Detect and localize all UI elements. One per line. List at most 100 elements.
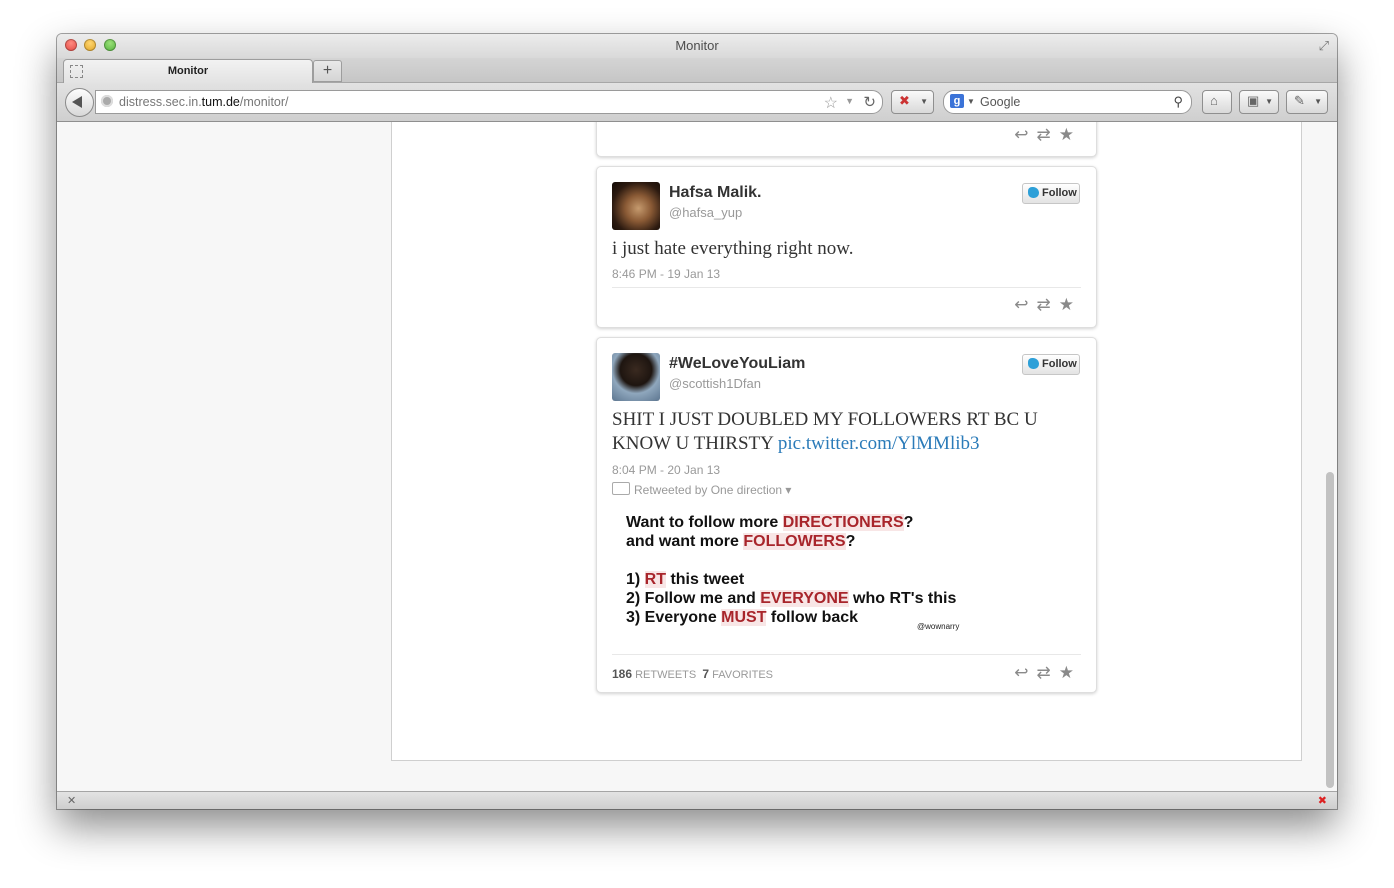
image-text: who RT's this [848, 590, 957, 607]
url-bar[interactable]: distress.sec.in.tum.de/monitor/ ☆ ▼ ↻ [95, 90, 883, 114]
tweet-text: SHIT I JUST DOUBLED MY FOLLOWERS RT BC U… [612, 408, 1072, 456]
tweet-media-image[interactable]: Want to follow more DIRECTIONERS? and wa… [612, 502, 972, 638]
image-line-3: 1) RT this tweet [626, 571, 744, 589]
image-text: 2) Follow me and [626, 590, 761, 607]
bookmark-star-icon[interactable]: ☆ [824, 93, 838, 113]
image-line-4: 2) Follow me and EVERYONE who RT's this [626, 590, 956, 608]
image-text: follow back [766, 609, 859, 626]
follow-button[interactable]: Follow [1022, 354, 1080, 375]
addon-button[interactable]: ✖ ▼ [891, 90, 934, 114]
image-watermark: @wownarry [917, 622, 960, 631]
home-icon: ⌂ [1210, 93, 1218, 108]
reply-icon[interactable]: ↩ [1014, 125, 1036, 144]
google-search-engine-icon[interactable]: g [950, 94, 964, 108]
image-highlight: DIRECTIONERS [782, 514, 904, 531]
url-host-prefix: distress.sec.in. [119, 95, 202, 109]
tweet-actions: ↩⇄★ [1014, 663, 1082, 683]
fullscreen-icon[interactable]: ⤢ [1319, 38, 1329, 54]
favorite-icon[interactable]: ★ [1059, 663, 1082, 682]
scrollbar-thumb[interactable] [1326, 472, 1334, 788]
favorites-count[interactable]: 7 [702, 667, 709, 681]
bookmarks-button[interactable]: ▣ ▼ [1239, 90, 1279, 114]
image-highlight: RT [644, 571, 666, 588]
twitter-bird-icon [1028, 358, 1039, 369]
image-line-2: and want more FOLLOWERS? [626, 533, 855, 551]
back-arrow-icon [72, 96, 82, 108]
reply-icon[interactable]: ↩ [1014, 663, 1036, 682]
retweeted-by-label: Retweeted by One direction ▾ [634, 483, 792, 497]
avatar[interactable] [612, 353, 660, 401]
tweet-media-link[interactable]: pic.twitter.com/YlMMlib3 [778, 433, 980, 454]
follow-button[interactable]: Follow [1022, 183, 1080, 204]
follow-label: Follow [1042, 358, 1077, 370]
extensions-button[interactable]: ✎ ▼ [1286, 90, 1328, 114]
home-button[interactable]: ⌂ [1202, 90, 1232, 114]
tweet-author-handle[interactable]: @scottish1Dfan [669, 376, 761, 391]
tweet-author-name[interactable]: Hafsa Malik. [669, 184, 761, 202]
extensions-icon: ✎ [1294, 93, 1305, 108]
vertical-scrollbar[interactable] [1323, 122, 1337, 791]
close-addon-bar-icon[interactable]: ✕ [67, 794, 76, 807]
image-text: 1) [626, 571, 645, 588]
favorite-icon[interactable]: ★ [1059, 125, 1082, 144]
image-text: this tweet [666, 571, 745, 588]
tweet-timestamp[interactable]: 8:04 PM - 20 Jan 13 [612, 463, 720, 477]
tab-label: Monitor [167, 65, 209, 77]
image-text: Want to follow more [626, 514, 783, 531]
tweet-card: #WeLoveYouLiam @scottish1Dfan Follow SHI… [596, 337, 1097, 693]
title-bar: Monitor ⤢ [57, 34, 1337, 58]
image-line-5: 3) Everyone MUST follow back [626, 609, 858, 627]
url-host: tum.de [201, 95, 240, 109]
divider [612, 287, 1081, 288]
addon-blocked-icon: ✖ [899, 93, 910, 108]
tweet-timestamp[interactable]: 8:46 PM - 19 Jan 13 [612, 267, 720, 281]
image-highlight: MUST [721, 609, 767, 626]
retweeted-by[interactable]: Retweeted by One direction ▾ [612, 482, 791, 497]
addon-status-icon[interactable]: ✖ [1318, 794, 1327, 807]
image-line-1: Want to follow more DIRECTIONERS? [626, 514, 913, 532]
image-text: ? [845, 533, 856, 550]
retweets-count[interactable]: 186 [612, 667, 632, 681]
reply-icon[interactable]: ↩ [1014, 295, 1036, 314]
extensions-dropdown-icon[interactable]: ▼ [1314, 97, 1322, 106]
tweet-actions: ↩⇄★ [1014, 295, 1082, 315]
tweet-card-partial: ↩⇄★ [596, 122, 1097, 157]
tab-monitor[interactable]: Monitor [63, 59, 313, 83]
tweet-stats: 186 RETWEETS 7 FAVORITES [612, 667, 773, 681]
image-highlight: FOLLOWERS [743, 533, 846, 550]
navigation-toolbar: distress.sec.in.tum.de/monitor/ ☆ ▼ ↻ ✖ … [57, 83, 1337, 122]
tweet-author-name[interactable]: #WeLoveYouLiam [669, 355, 805, 373]
url-text[interactable]: distress.sec.in.tum.de/monitor/ [119, 95, 289, 109]
retweet-icon[interactable]: ⇄ [1037, 125, 1059, 144]
reload-icon[interactable]: ↻ [863, 93, 876, 111]
search-input[interactable]: Google [980, 95, 1020, 109]
retweet-small-icon [612, 482, 630, 495]
avatar[interactable] [612, 182, 660, 230]
search-engine-dropdown-icon[interactable]: ▼ [967, 97, 975, 106]
retweet-icon[interactable]: ⇄ [1037, 295, 1059, 314]
image-text: ? [903, 514, 914, 531]
search-icon[interactable]: ⚲ [1173, 94, 1183, 110]
tweet-actions: ↩⇄★ [1014, 125, 1082, 145]
new-tab-button[interactable]: + [313, 60, 342, 82]
favorites-label: FAVORITES [712, 669, 774, 681]
twitter-bird-icon [1028, 187, 1039, 198]
tweet-author-handle[interactable]: @hafsa_yup [669, 205, 742, 220]
image-highlight: EVERYONE [760, 590, 849, 607]
divider [612, 654, 1081, 655]
image-text: 3) Everyone [626, 609, 722, 626]
addon-dropdown-icon[interactable]: ▼ [920, 97, 928, 106]
browser-window: Monitor ⤢ Monitor + distress.sec.in.tum.… [57, 34, 1337, 809]
back-button[interactable] [65, 88, 94, 117]
page-content: ↩⇄★ Hafsa Malik. @hafsa_yup Follow i jus… [57, 122, 1337, 791]
bookmarks-dropdown-icon[interactable]: ▼ [1265, 97, 1273, 106]
status-bar: ✕ ✖ [57, 791, 1337, 809]
globe-icon [101, 95, 113, 107]
url-path: /monitor/ [239, 95, 289, 109]
search-bar[interactable]: g ▼ Google ⚲ [943, 90, 1192, 114]
bookmarks-icon: ▣ [1247, 93, 1260, 108]
tab-strip: Monitor + [57, 58, 1337, 83]
retweet-icon[interactable]: ⇄ [1037, 663, 1059, 682]
history-dropdown-icon[interactable]: ▼ [845, 96, 854, 106]
favorite-icon[interactable]: ★ [1059, 295, 1082, 314]
